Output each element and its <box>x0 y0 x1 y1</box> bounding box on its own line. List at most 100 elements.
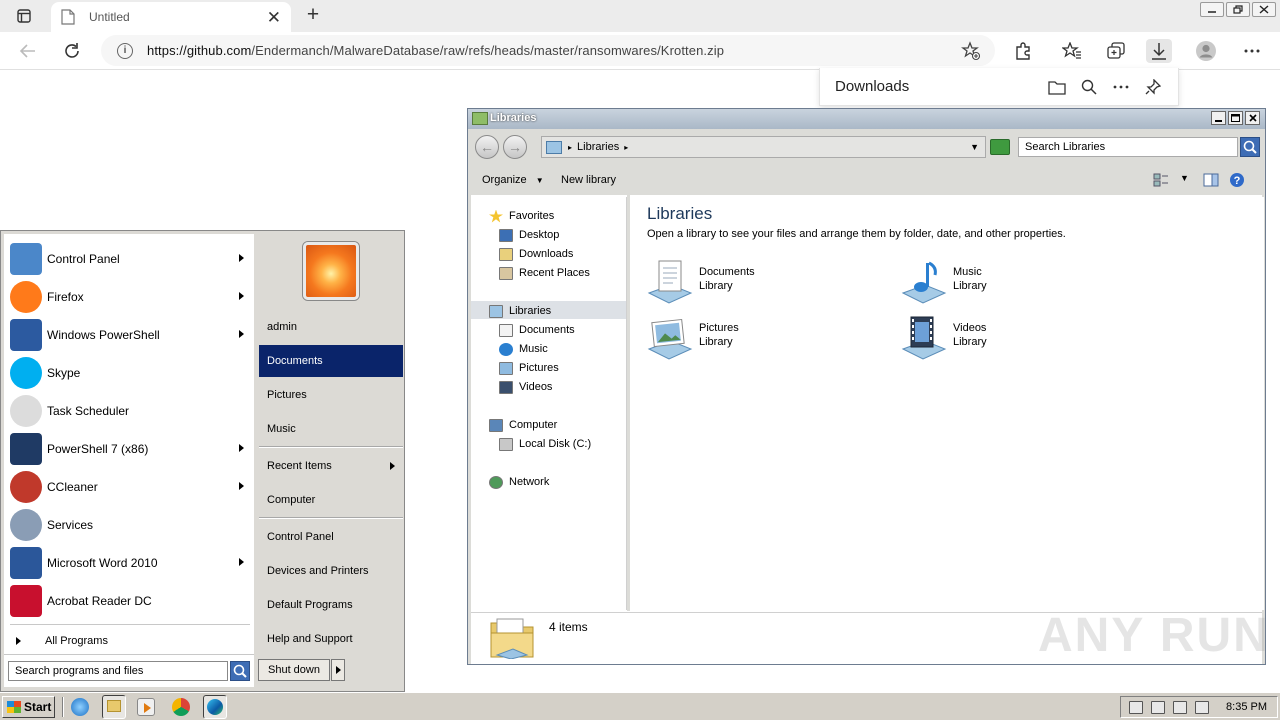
tab-actions-button[interactable] <box>8 6 40 26</box>
start-program-powershell-7[interactable]: PowerShell 7 (x86) <box>4 430 254 468</box>
clock[interactable]: 8:35 PM <box>1226 701 1267 713</box>
library-pictures[interactable]: Pictures Library <box>647 315 877 363</box>
start-search-button[interactable] <box>230 661 250 681</box>
tree-item-music[interactable]: Music <box>499 340 548 358</box>
organize-button[interactable]: Organize ▼ <box>482 174 544 186</box>
downloads-more-button[interactable] <box>1111 77 1131 97</box>
view-options-button[interactable] <box>1153 173 1169 190</box>
new-library-button[interactable]: New library <box>561 174 616 186</box>
help-button[interactable]: ? <box>1229 172 1245 191</box>
start-program-firefox[interactable]: Firefox <box>4 278 254 316</box>
tree-item-local-disk[interactable]: Local Disk (C:) <box>499 435 591 453</box>
address-bar[interactable]: i https://github.com/Endermanch/MalwareD… <box>101 35 995 66</box>
explorer-search-button[interactable] <box>1240 137 1260 157</box>
explorer-refresh-button[interactable] <box>990 139 1010 155</box>
minimize-button[interactable] <box>1200 2 1224 17</box>
add-favorite-button[interactable] <box>961 41 981 64</box>
explorer-title-bar[interactable]: Libraries <box>468 109 1265 129</box>
start-program-control-panel[interactable]: Control Panel <box>4 240 254 278</box>
internet-explorer-icon[interactable] <box>71 698 89 716</box>
profile-button[interactable] <box>1193 39 1219 63</box>
close-window-button[interactable] <box>1252 2 1276 17</box>
start-item-computer[interactable]: Computer <box>259 484 403 516</box>
explorer-forward-button[interactable]: → <box>503 135 527 159</box>
display-icon[interactable] <box>1195 700 1209 714</box>
divider <box>259 446 403 448</box>
start-item-devices-printers[interactable]: Devices and Printers <box>259 555 403 587</box>
start-item-music[interactable]: Music <box>259 413 403 445</box>
start-item-control-panel[interactable]: Control Panel <box>259 521 403 553</box>
preview-pane-button[interactable] <box>1203 173 1219 190</box>
start-item-pictures[interactable]: Pictures <box>259 379 403 411</box>
start-item-help-support[interactable]: Help and Support <box>259 623 403 655</box>
tree-item-documents[interactable]: Documents <box>499 321 575 339</box>
user-avatar[interactable] <box>303 242 359 300</box>
submenu-arrow-icon <box>239 292 244 300</box>
start-program-task-scheduler[interactable]: Task Scheduler <box>4 392 254 430</box>
start-item-recent-items[interactable]: Recent Items <box>259 450 403 482</box>
site-info-icon[interactable]: i <box>117 42 133 59</box>
action-center-flag-icon[interactable] <box>1129 700 1143 714</box>
library-music[interactable]: Music Library <box>901 259 1131 307</box>
start-program-services[interactable]: Services <box>4 506 254 544</box>
search-downloads-button[interactable] <box>1079 77 1099 97</box>
tree-item-libraries[interactable]: Libraries <box>489 302 551 320</box>
favorites-button[interactable] <box>1059 39 1085 63</box>
breadcrumb[interactable]: ▸ Libraries ▸ ▼ <box>541 136 986 158</box>
tree-item-downloads[interactable]: Downloads <box>499 245 573 263</box>
tree-item-favorites[interactable]: Favorites <box>489 207 554 225</box>
tree-item-computer[interactable]: Computer <box>489 416 557 434</box>
pin-panel-button[interactable] <box>1143 77 1163 97</box>
explorer-taskbar-button[interactable] <box>102 695 126 719</box>
start-program-ccleaner[interactable]: CCleaner <box>4 468 254 506</box>
network-icon[interactable] <box>1151 700 1165 714</box>
word-2010-icon <box>10 547 42 579</box>
explorer-maximize-button[interactable] <box>1228 111 1243 125</box>
start-item-default-programs[interactable]: Default Programs <box>259 589 403 621</box>
explorer-search-input[interactable]: Search Libraries <box>1018 137 1238 157</box>
downloads-button[interactable] <box>1146 39 1172 63</box>
start-program-word-2010[interactable]: Microsoft Word 2010 <box>4 544 254 582</box>
address-dropdown-icon[interactable]: ▼ <box>970 142 979 152</box>
explorer-close-button[interactable] <box>1245 111 1260 125</box>
volume-icon[interactable] <box>1173 700 1187 714</box>
restore-button[interactable] <box>1226 2 1250 17</box>
new-tab-button[interactable]: + <box>300 4 326 28</box>
explorer-minimize-button[interactable] <box>1211 111 1226 125</box>
start-program-windows-powershell[interactable]: Windows PowerShell <box>4 316 254 354</box>
shutdown-options-button[interactable] <box>331 659 345 681</box>
back-button[interactable] <box>16 39 40 63</box>
browser-tab[interactable]: Untitled ✕ <box>51 2 291 32</box>
start-button[interactable]: Start <box>2 696 55 718</box>
start-search-input[interactable]: Search programs and files <box>8 661 228 681</box>
tree-item-videos[interactable]: Videos <box>499 378 552 396</box>
media-player-icon[interactable] <box>137 698 155 716</box>
tree-item-network[interactable]: Network <box>489 473 549 491</box>
all-programs-button[interactable]: All Programs <box>4 630 254 652</box>
library-videos[interactable]: Videos Library <box>901 315 1131 363</box>
tree-item-desktop[interactable]: Desktop <box>499 226 559 244</box>
view-dropdown-icon[interactable]: ▼ <box>1180 173 1189 183</box>
close-icon <box>1248 114 1257 122</box>
explorer-back-button[interactable]: ← <box>475 135 499 159</box>
chrome-icon[interactable] <box>172 698 190 716</box>
refresh-button[interactable] <box>60 39 84 63</box>
edge-taskbar-button[interactable] <box>203 695 227 719</box>
start-item-documents[interactable]: Documents <box>259 345 403 377</box>
library-documents[interactable]: Documents Library <box>647 259 877 307</box>
computer-icon <box>489 418 503 432</box>
breadcrumb-chevron-icon[interactable]: ▸ <box>624 143 628 152</box>
settings-more-button[interactable] <box>1239 39 1265 63</box>
open-folder-button[interactable] <box>1047 77 1067 97</box>
tree-item-pictures[interactable]: Pictures <box>499 359 559 377</box>
extensions-button[interactable] <box>1010 39 1036 63</box>
tree-item-recent-places[interactable]: Recent Places <box>499 264 590 282</box>
edge-icon <box>207 699 223 715</box>
breadcrumb-libraries[interactable]: Libraries <box>577 141 619 153</box>
start-item-user[interactable]: admin <box>259 311 403 343</box>
start-program-acrobat-reader[interactable]: Acrobat Reader DC <box>4 582 254 620</box>
collections-button[interactable] <box>1103 39 1129 63</box>
close-tab-icon[interactable]: ✕ <box>267 9 281 26</box>
shutdown-button[interactable]: Shut down <box>258 659 330 681</box>
start-program-skype[interactable]: Skype <box>4 354 254 392</box>
